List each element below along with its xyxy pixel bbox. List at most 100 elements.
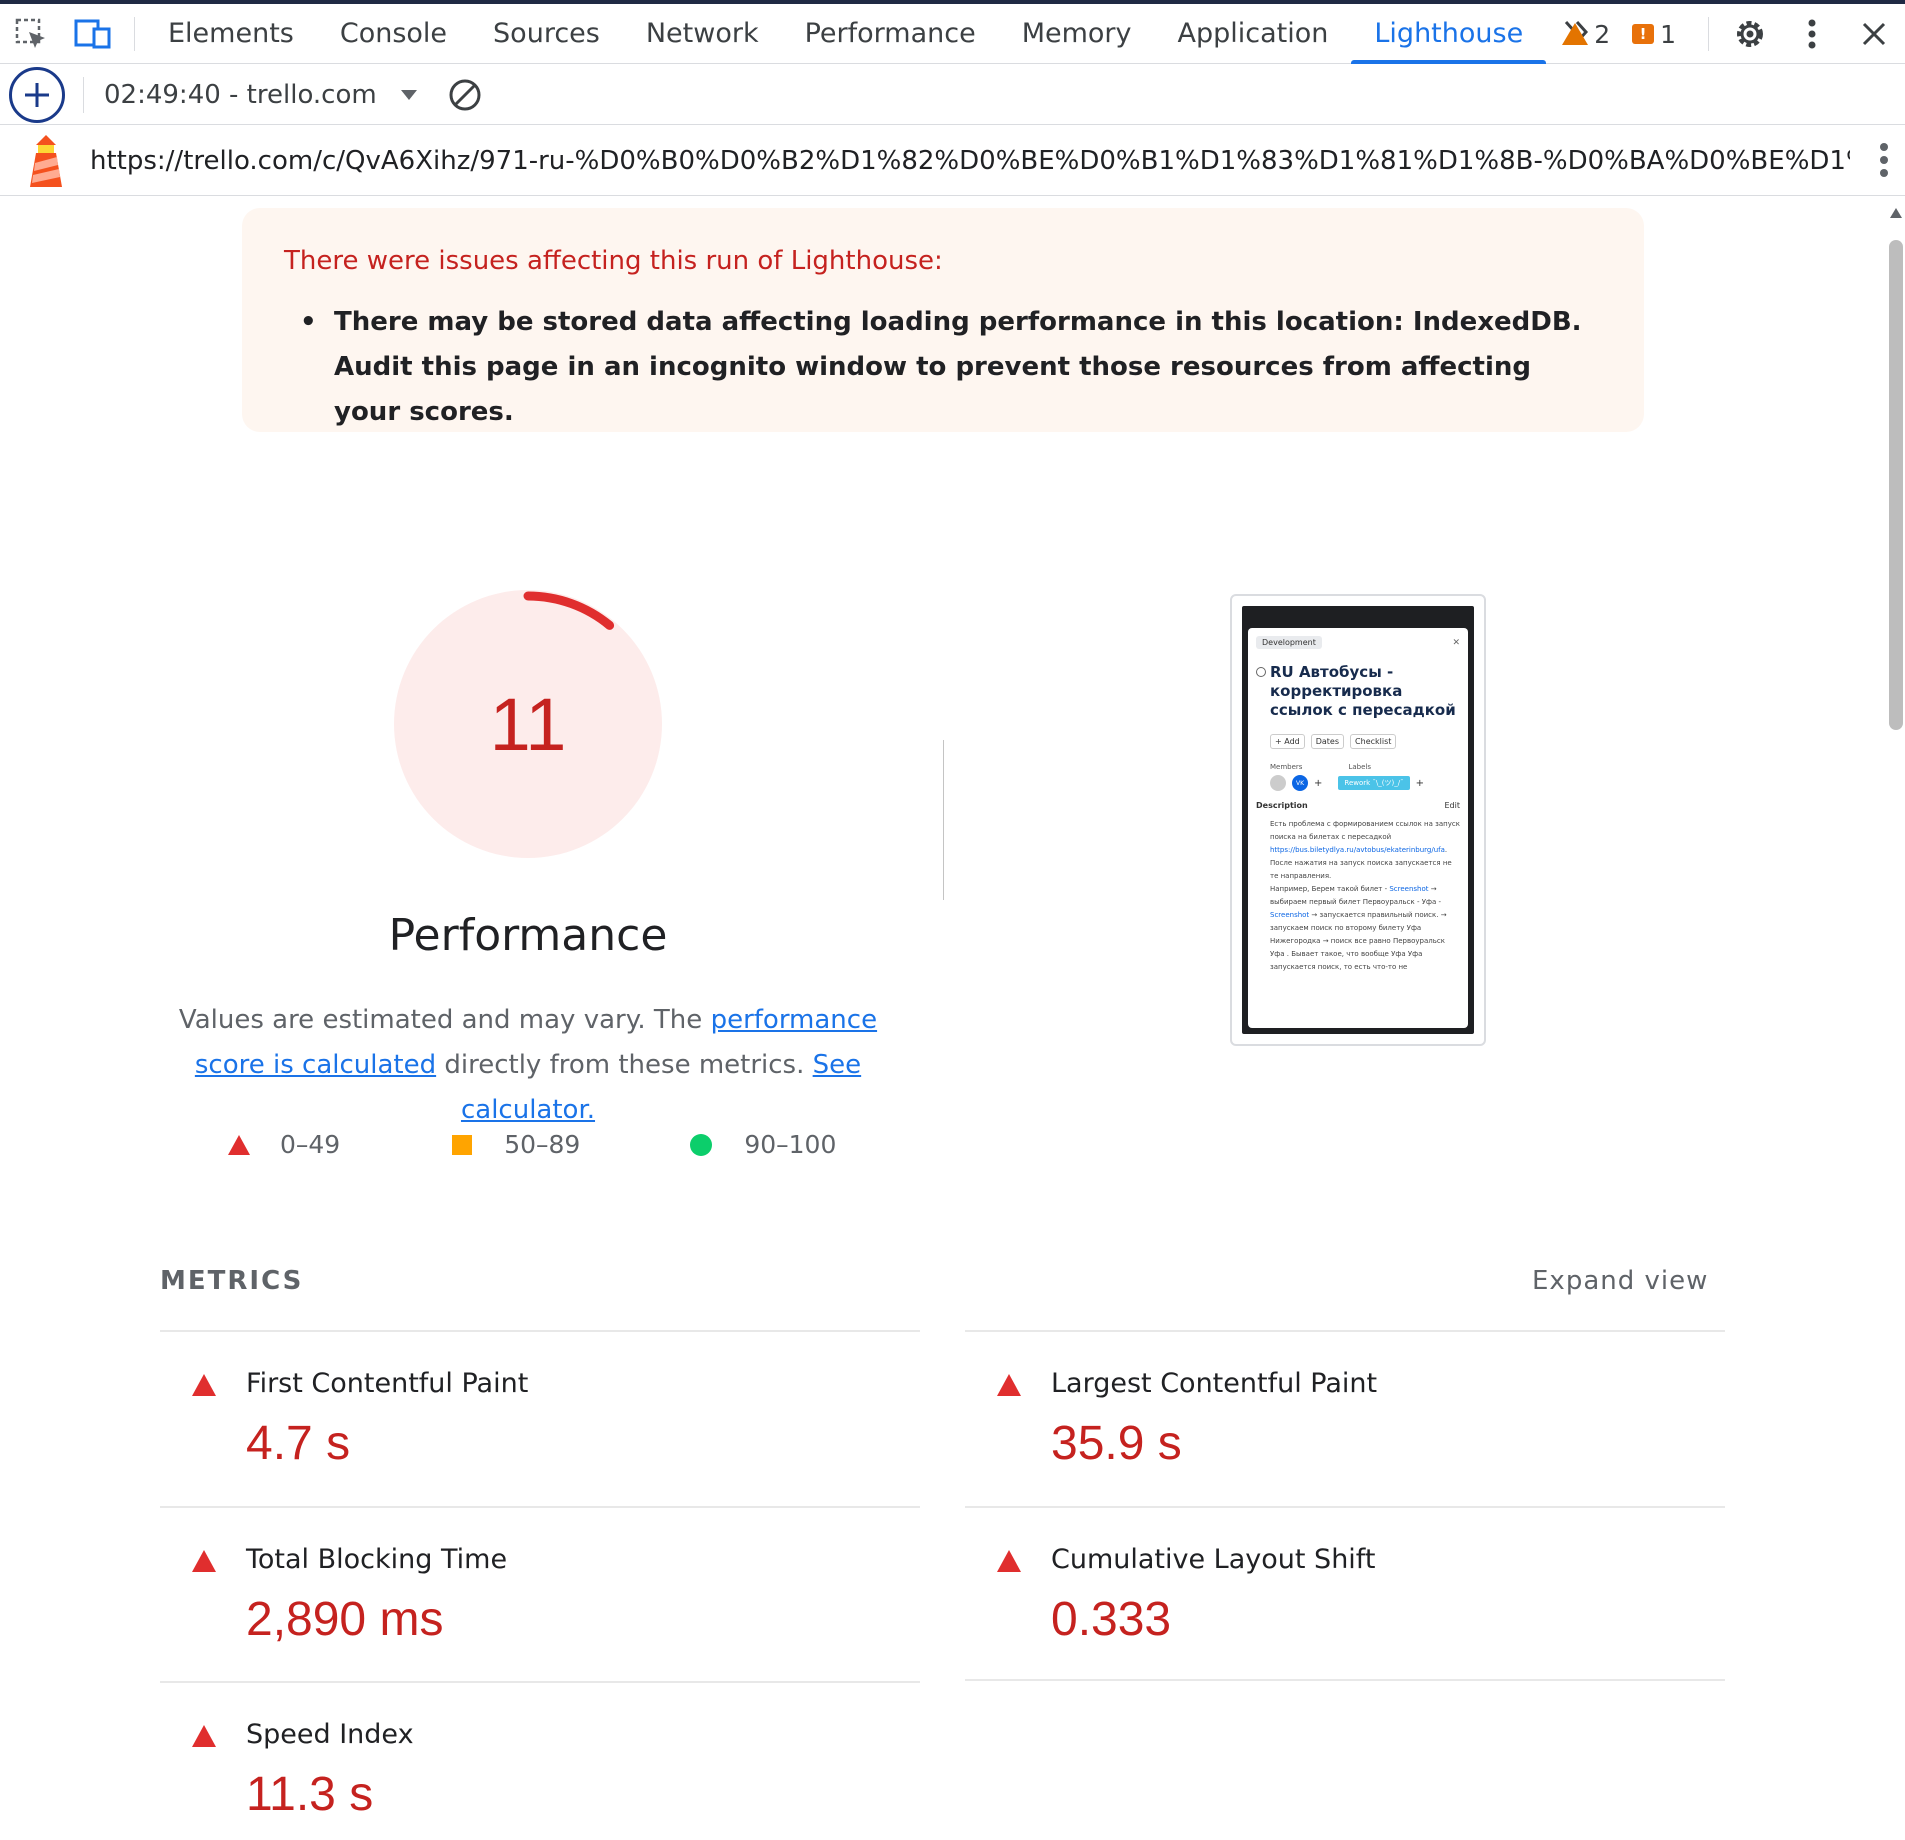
screenshot-add-label-icon: + [1415, 777, 1424, 789]
tab-elements[interactable]: Elements [145, 4, 317, 64]
tab-sources[interactable]: Sources [470, 4, 623, 64]
tab-memory[interactable]: Memory [999, 4, 1155, 64]
warning-item: There may be stored data affecting loadi… [300, 300, 1602, 435]
warnings-count: 2 [1594, 19, 1611, 49]
screenshot-avatar-vk: VK [1292, 775, 1308, 791]
legend-label-average: 50–89 [504, 1130, 581, 1159]
screenshot-description-header: Description Edit [1256, 801, 1460, 810]
metric-value: 2,890 ms [246, 1593, 444, 1646]
orange-square-icon [452, 1134, 473, 1155]
chevron-down-icon [400, 89, 417, 100]
description-text-1: Values are estimated and may vary. The [178, 1005, 711, 1035]
plus-icon [25, 82, 49, 107]
toolbar-separator [83, 76, 84, 113]
tabbar-separator [134, 16, 135, 51]
red-triangle-icon [997, 1550, 1021, 1572]
metric-value: 0.333 [1051, 1593, 1172, 1646]
screenshot-edit-label: Edit [1444, 801, 1461, 810]
device-toolbar-icon[interactable] [62, 4, 124, 64]
tab-network[interactable]: Network [623, 4, 782, 64]
red-triangle-icon [192, 1374, 216, 1396]
legend-label-fail: 0–49 [280, 1130, 341, 1159]
report-toolbar: 02:49:40 - trello.com [0, 65, 1905, 125]
tabbar-right-separator [1708, 17, 1709, 51]
warnings-badge[interactable]: 2 [1562, 20, 1610, 49]
metric-largest-contentful-paint: Largest Contentful Paint 35.9 s [965, 1332, 1725, 1508]
screenshot-text-8: . Бывает такое, что вообще Уфа Уфа запус… [1270, 950, 1423, 971]
metric-speed-index: Speed Index 11.3 s [160, 1683, 920, 1840]
metrics-heading: METRICS [160, 1266, 304, 1296]
legend-item-pass: 90–100 [690, 1130, 836, 1159]
warnings-title: There were issues affecting this run of … [284, 246, 943, 276]
screenshot-list-chip: Development [1256, 636, 1322, 649]
tab-application[interactable]: Application [1155, 4, 1352, 64]
red-triangle-icon [192, 1725, 216, 1747]
report-select-value: 02:49:40 - trello.com [104, 79, 377, 110]
scroll-up-arrow-icon[interactable] [1890, 208, 1902, 218]
devtools-tabbar: Elements Console Sources Network Perform… [0, 4, 1905, 64]
report-url[interactable]: https://trello.com/c/QvA6Xihz/971-ru-%D0… [90, 146, 1850, 176]
legend-item-fail: 0–49 [228, 1130, 340, 1159]
metric-name: Largest Contentful Paint [1051, 1368, 1378, 1399]
errors-badge[interactable]: ! 1 [1632, 20, 1676, 49]
screenshot-checklist-button: Checklist [1350, 734, 1397, 749]
screenshot-buttons: + Add Dates Checklist [1256, 734, 1460, 749]
inspect-element-icon[interactable] [0, 4, 62, 64]
metric-name: First Contentful Paint [246, 1368, 529, 1399]
warning-icon [1562, 23, 1589, 45]
kebab-menu-icon[interactable] [1781, 4, 1843, 64]
metric-name: Total Blocking Time [246, 1544, 508, 1575]
section-divider [943, 740, 944, 900]
tab-performance[interactable]: Performance [782, 4, 999, 64]
block-icon [449, 79, 481, 110]
gear-icon[interactable] [1719, 4, 1781, 64]
warnings-list: There may be stored data affecting loadi… [284, 300, 1602, 435]
clear-reports-button[interactable] [447, 77, 483, 113]
performance-gauge[interactable]: 11 [390, 586, 666, 862]
metric-first-contentful-paint: First Contentful Paint 4.7 s [160, 1332, 920, 1508]
expand-view-button[interactable]: Expand view [1532, 1266, 1708, 1296]
screenshot-add-member-icon: + [1314, 777, 1323, 789]
screenshot-text-3: Например, Берем такой билет - [1270, 885, 1390, 893]
scrollbar-thumb[interactable] [1889, 240, 1903, 730]
screenshot-field-labels: Members Labels [1256, 763, 1460, 771]
report-url-bar: https://trello.com/c/QvA6Xihz/971-ru-%D0… [0, 126, 1905, 196]
close-icon[interactable] [1843, 4, 1905, 64]
screenshot-link-2: Screenshot [1389, 885, 1429, 893]
final-screenshot-thumbnail[interactable]: Development ✕ RU Автобусы - корректировк… [1230, 594, 1486, 1046]
screenshot-avatar [1270, 775, 1286, 791]
performance-score: 11 [489, 682, 567, 766]
red-triangle-icon [192, 1550, 216, 1572]
screenshot-close-icon: ✕ [1452, 637, 1460, 648]
legend-item-average: 50–89 [452, 1130, 580, 1159]
tab-lighthouse[interactable]: Lighthouse [1351, 4, 1547, 64]
metric-cumulative-layout-shift: Cumulative Layout Shift 0.333 [965, 1508, 1725, 1684]
screenshot-members-label: Members [1270, 763, 1303, 771]
screenshot-image: Development ✕ RU Автобусы - корректировк… [1242, 606, 1474, 1034]
description-text-2: directly from these metrics. [436, 1050, 813, 1080]
screenshot-dates-button: Dates [1310, 734, 1345, 749]
report-select[interactable]: 02:49:40 - trello.com [104, 80, 417, 110]
tab-console[interactable]: Console [317, 4, 470, 64]
run-warnings-panel: There were issues affecting this run of … [242, 208, 1644, 432]
screenshot-text-1: Есть проблема с формированием ссылок на … [1270, 820, 1460, 841]
screenshot-link-3: Screenshot [1270, 911, 1310, 919]
metric-name: Speed Index [246, 1719, 414, 1750]
errors-count: 1 [1660, 19, 1676, 49]
screenshot-label-tag: Rework ¯\_(ツ)_/¯ [1338, 776, 1410, 790]
score-legend: 0–49 50–89 90–100 [228, 1130, 836, 1159]
metric-divider [965, 1679, 1725, 1681]
screenshot-labels-label: Labels [1348, 763, 1371, 771]
metric-total-blocking-time: Total Blocking Time 2,890 ms [160, 1508, 920, 1684]
score-description: Values are estimated and may vary. The p… [150, 998, 906, 1133]
error-icon: ! [1632, 24, 1655, 44]
metric-value: 35.9 s [1051, 1417, 1182, 1470]
green-circle-icon [690, 1133, 713, 1156]
new-report-button[interactable] [9, 66, 65, 123]
screenshot-members-row: VK + Rework ¯\_(ツ)_/¯ + [1256, 775, 1460, 791]
url-kebab-menu-icon[interactable] [1879, 140, 1889, 184]
screenshot-card: Development ✕ RU Автобусы - корректировк… [1248, 628, 1468, 1028]
screenshot-link-1: https://bus.biletydlya.ru/avtobus/ekater… [1270, 846, 1445, 854]
red-triangle-icon [997, 1374, 1021, 1396]
screenshot-header: Development ✕ [1256, 636, 1460, 649]
